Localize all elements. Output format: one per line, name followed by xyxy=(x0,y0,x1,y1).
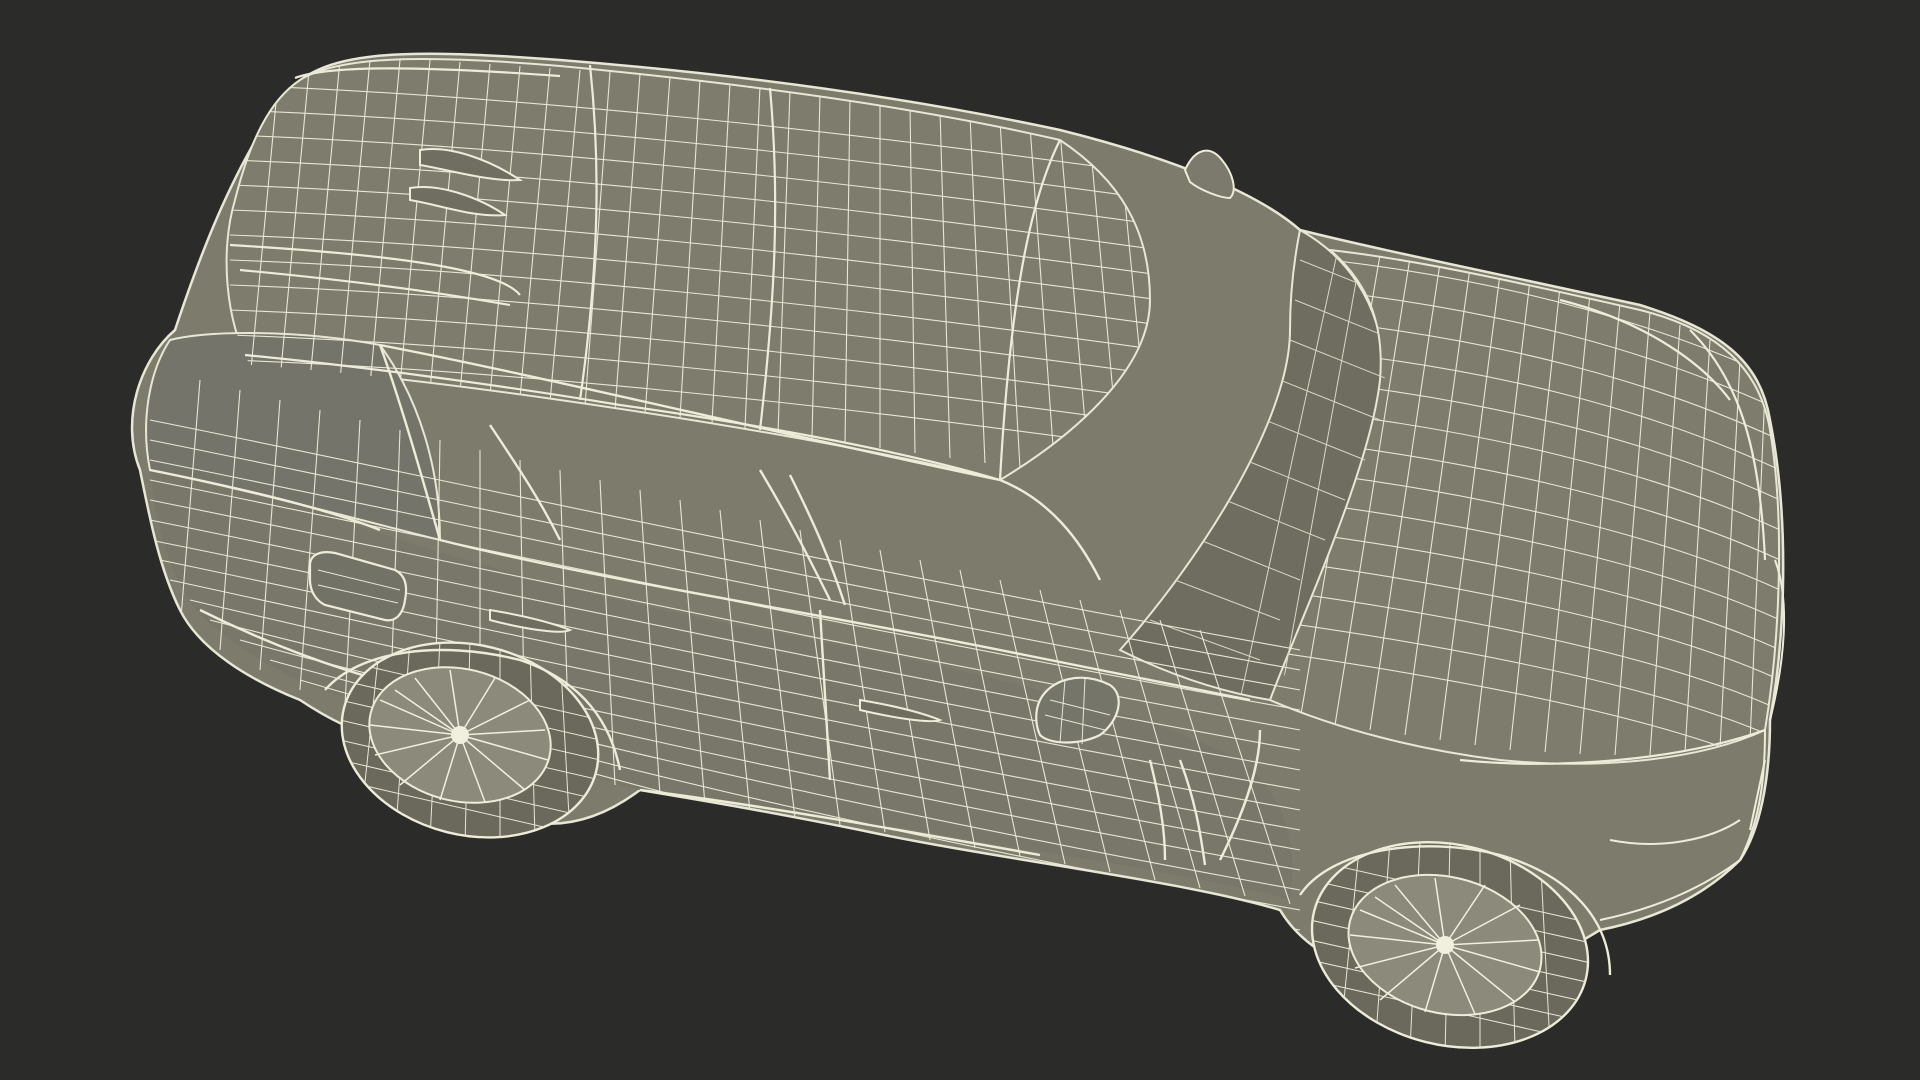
render-viewport xyxy=(0,0,1920,1080)
car-wireframe-render xyxy=(130,52,1786,1056)
car-body xyxy=(130,52,1785,987)
